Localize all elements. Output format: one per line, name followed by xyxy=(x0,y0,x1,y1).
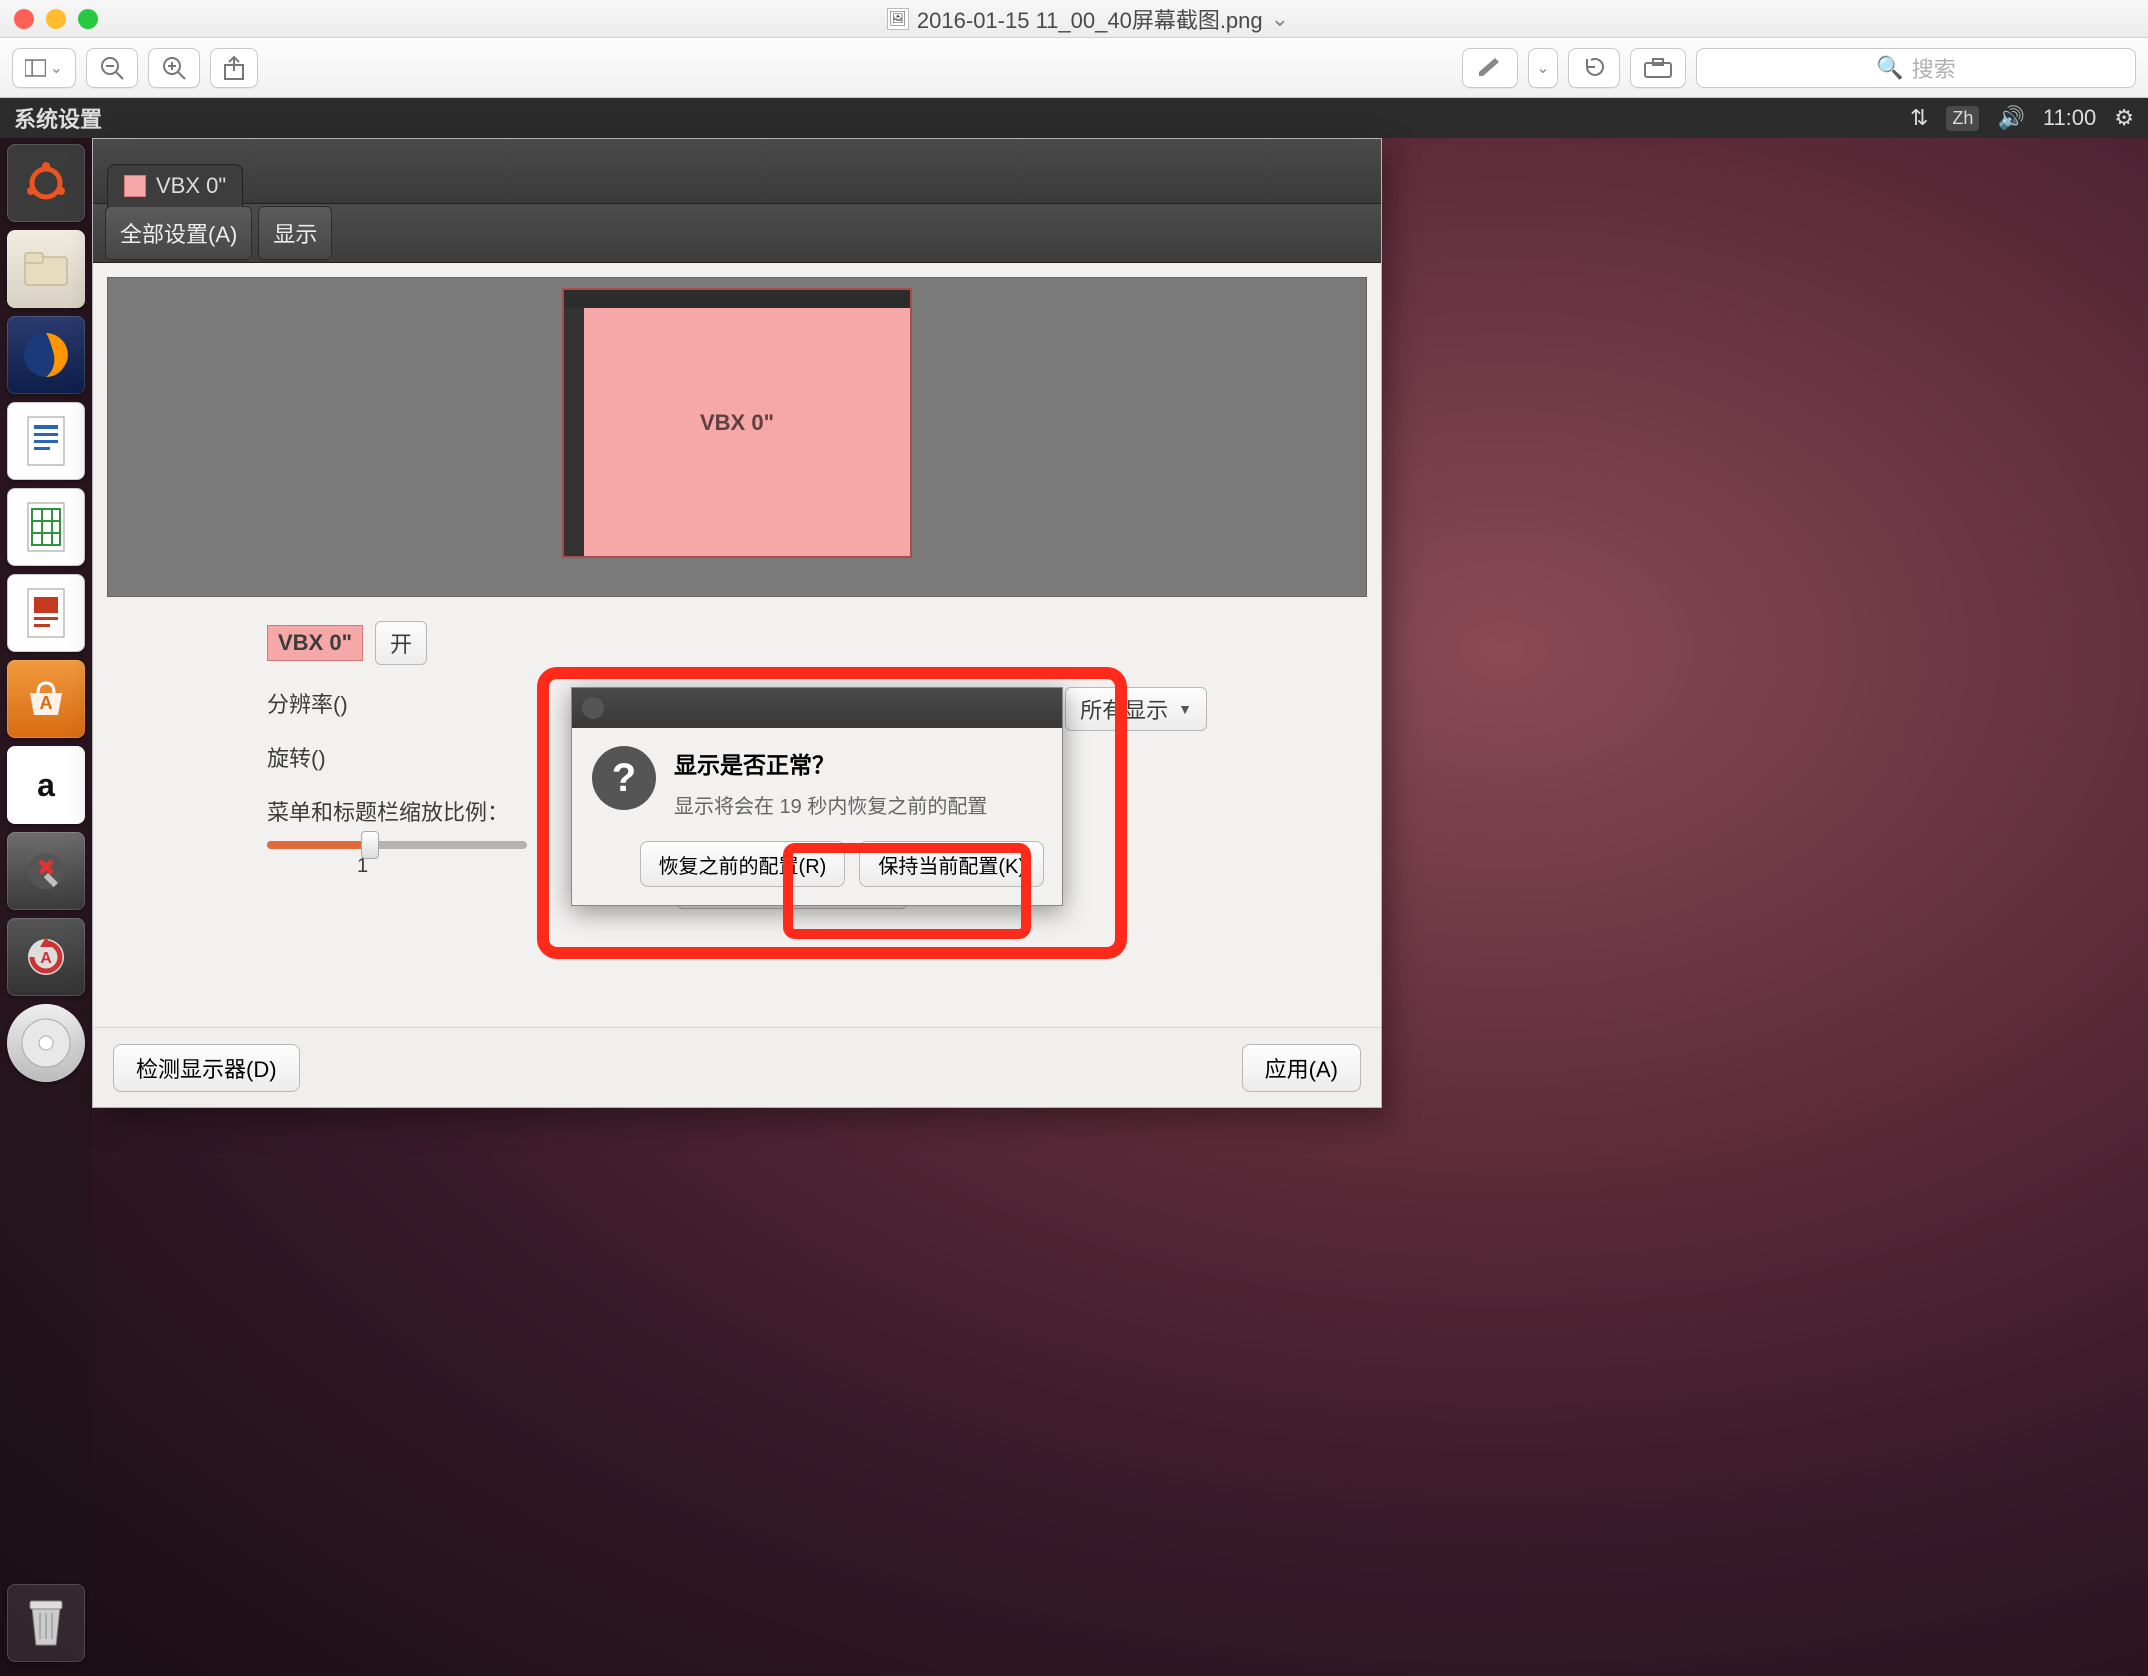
window-tab-label: VBX 0" xyxy=(156,173,226,199)
clock[interactable]: 11:00 xyxy=(2043,105,2096,131)
amazon-icon[interactable]: a xyxy=(7,746,85,824)
zoom-out-button[interactable] xyxy=(86,48,138,88)
share-button[interactable] xyxy=(210,48,258,88)
image-viewport: 系统设置 ⇅ Zh 🔊 11:00 ⚙ A a A xyxy=(0,98,2148,1676)
mac-window-title: 🖼 2016-01-15 11_00_40屏幕截图.png ⌄ xyxy=(98,3,2078,35)
files-icon[interactable] xyxy=(7,230,85,308)
minimize-icon[interactable] xyxy=(46,9,66,29)
scale-slider[interactable] xyxy=(267,841,527,849)
close-icon[interactable] xyxy=(14,9,34,29)
ubuntu-top-panel: 系统设置 ⇅ Zh 🔊 11:00 ⚙ xyxy=(0,98,2148,138)
disc-icon[interactable] xyxy=(7,1004,85,1082)
confirm-dialog-wrap: ? 显示是否正常？ 显示将会在 19 秒内恢复之前的配置 恢复之前的配置(R) … xyxy=(571,687,1063,906)
label-resolution: 分辨率() xyxy=(267,687,348,719)
ubuntu-desktop: 系统设置 ⇅ Zh 🔊 11:00 ⚙ A a A xyxy=(0,98,2148,1676)
window-header: VBX 0" xyxy=(93,139,1381,203)
search-input[interactable]: 🔍 搜索 xyxy=(1696,48,2136,88)
file-icon: 🖼 xyxy=(887,8,909,30)
dialog-title: 显示是否正常？ xyxy=(674,746,987,780)
writer-icon[interactable] xyxy=(7,402,85,480)
dialog-close-icon[interactable] xyxy=(582,697,604,719)
edit-dropdown-button[interactable]: ⌄ xyxy=(1528,48,1558,88)
trash-icon[interactable] xyxy=(7,1584,85,1662)
svg-text:A: A xyxy=(40,693,53,713)
dialog-header xyxy=(572,688,1062,728)
mac-titlebar: 🖼 2016-01-15 11_00_40屏幕截图.png ⌄ xyxy=(0,0,2148,38)
display-power-toggle[interactable]: 开 xyxy=(375,621,427,665)
ubuntu-launcher: A a A xyxy=(0,138,92,1676)
traffic-lights xyxy=(14,9,98,29)
monitor-thumbnail[interactable]: VBX 0" xyxy=(562,288,912,558)
firefox-icon[interactable] xyxy=(7,316,85,394)
panel-tray: ⇅ Zh 🔊 11:00 ⚙ xyxy=(1910,105,2134,131)
window-tab[interactable]: VBX 0" xyxy=(107,164,243,207)
display-settings-window: VBX 0" 全部设置(A) 显示 VBX 0" VBX 0" xyxy=(92,138,1382,1108)
breadcrumb-all-settings[interactable]: 全部设置(A) xyxy=(105,206,252,260)
impress-icon[interactable] xyxy=(7,574,85,652)
dropdown-caret-icon[interactable]: ⌄ xyxy=(1271,6,1289,32)
updater-icon[interactable]: A xyxy=(7,918,85,996)
sound-icon[interactable]: 🔊 xyxy=(1997,105,2024,131)
revert-config-button[interactable]: 恢复之前的配置(R) xyxy=(640,841,846,887)
sidebar-toggle-button[interactable]: ⌄ xyxy=(12,48,76,88)
monitor-preview: VBX 0" xyxy=(107,277,1367,597)
settings-body: VBX 0" VBX 0" 开 分辨率() xyxy=(93,263,1381,1107)
edit-button[interactable] xyxy=(1462,48,1518,88)
calc-icon[interactable] xyxy=(7,488,85,566)
breadcrumb-display[interactable]: 显示 xyxy=(258,206,332,260)
settings-footer: 检测显示器(D) 应用(A) xyxy=(93,1027,1381,1107)
active-display-badge[interactable]: VBX 0" xyxy=(267,625,363,661)
search-icon: 🔍 xyxy=(1876,55,1903,81)
launcher-placement-select[interactable]: 所有显示▼ xyxy=(1065,687,1207,731)
rotate-button[interactable] xyxy=(1568,48,1620,88)
monitor-label: VBX 0" xyxy=(564,290,910,556)
search-placeholder: 搜索 xyxy=(1912,52,1956,84)
gear-icon[interactable]: ⚙ xyxy=(2114,105,2134,131)
dash-icon[interactable] xyxy=(7,144,85,222)
confirm-dialog: ? 显示是否正常？ 显示将会在 19 秒内恢复之前的配置 恢复之前的配置(R) … xyxy=(571,687,1063,906)
apply-button[interactable]: 应用(A) xyxy=(1242,1044,1361,1092)
mac-filename: 2016-01-15 11_00_40屏幕截图.png xyxy=(917,3,1263,35)
breadcrumb-bar: 全部设置(A) 显示 xyxy=(93,203,1381,263)
chevron-down-icon: ▼ xyxy=(1178,701,1192,717)
dialog-subtitle: 显示将会在 19 秒内恢复之前的配置 xyxy=(674,790,987,819)
keep-config-button[interactable]: 保持当前配置(K) xyxy=(859,841,1044,887)
detect-displays-button[interactable]: 检测显示器(D) xyxy=(113,1044,300,1092)
label-rotation: 旋转() xyxy=(267,741,326,773)
panel-app-title: 系统设置 xyxy=(14,102,102,134)
mac-toolbar: ⌄ ⌄ 🔍 搜索 xyxy=(0,38,2148,98)
zoom-in-button[interactable] xyxy=(148,48,200,88)
zoom-icon[interactable] xyxy=(78,9,98,29)
svg-text:A: A xyxy=(40,950,52,967)
markup-button[interactable] xyxy=(1630,48,1686,88)
settings-icon[interactable] xyxy=(7,832,85,910)
network-icon[interactable]: ⇅ xyxy=(1910,105,1928,131)
display-color-swatch xyxy=(124,175,146,197)
ime-indicator[interactable]: Zh xyxy=(1946,106,1979,131)
software-center-icon[interactable]: A xyxy=(7,660,85,738)
question-icon: ? xyxy=(592,746,656,810)
